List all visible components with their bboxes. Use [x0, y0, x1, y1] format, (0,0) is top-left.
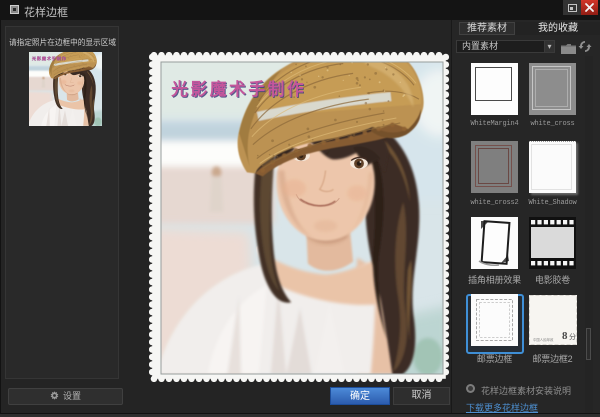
svg-text:8: 8 — [562, 330, 568, 342]
svg-text:分: 分 — [569, 332, 576, 341]
svg-text:中国人民邮政: 中国人民邮政 — [533, 337, 554, 342]
